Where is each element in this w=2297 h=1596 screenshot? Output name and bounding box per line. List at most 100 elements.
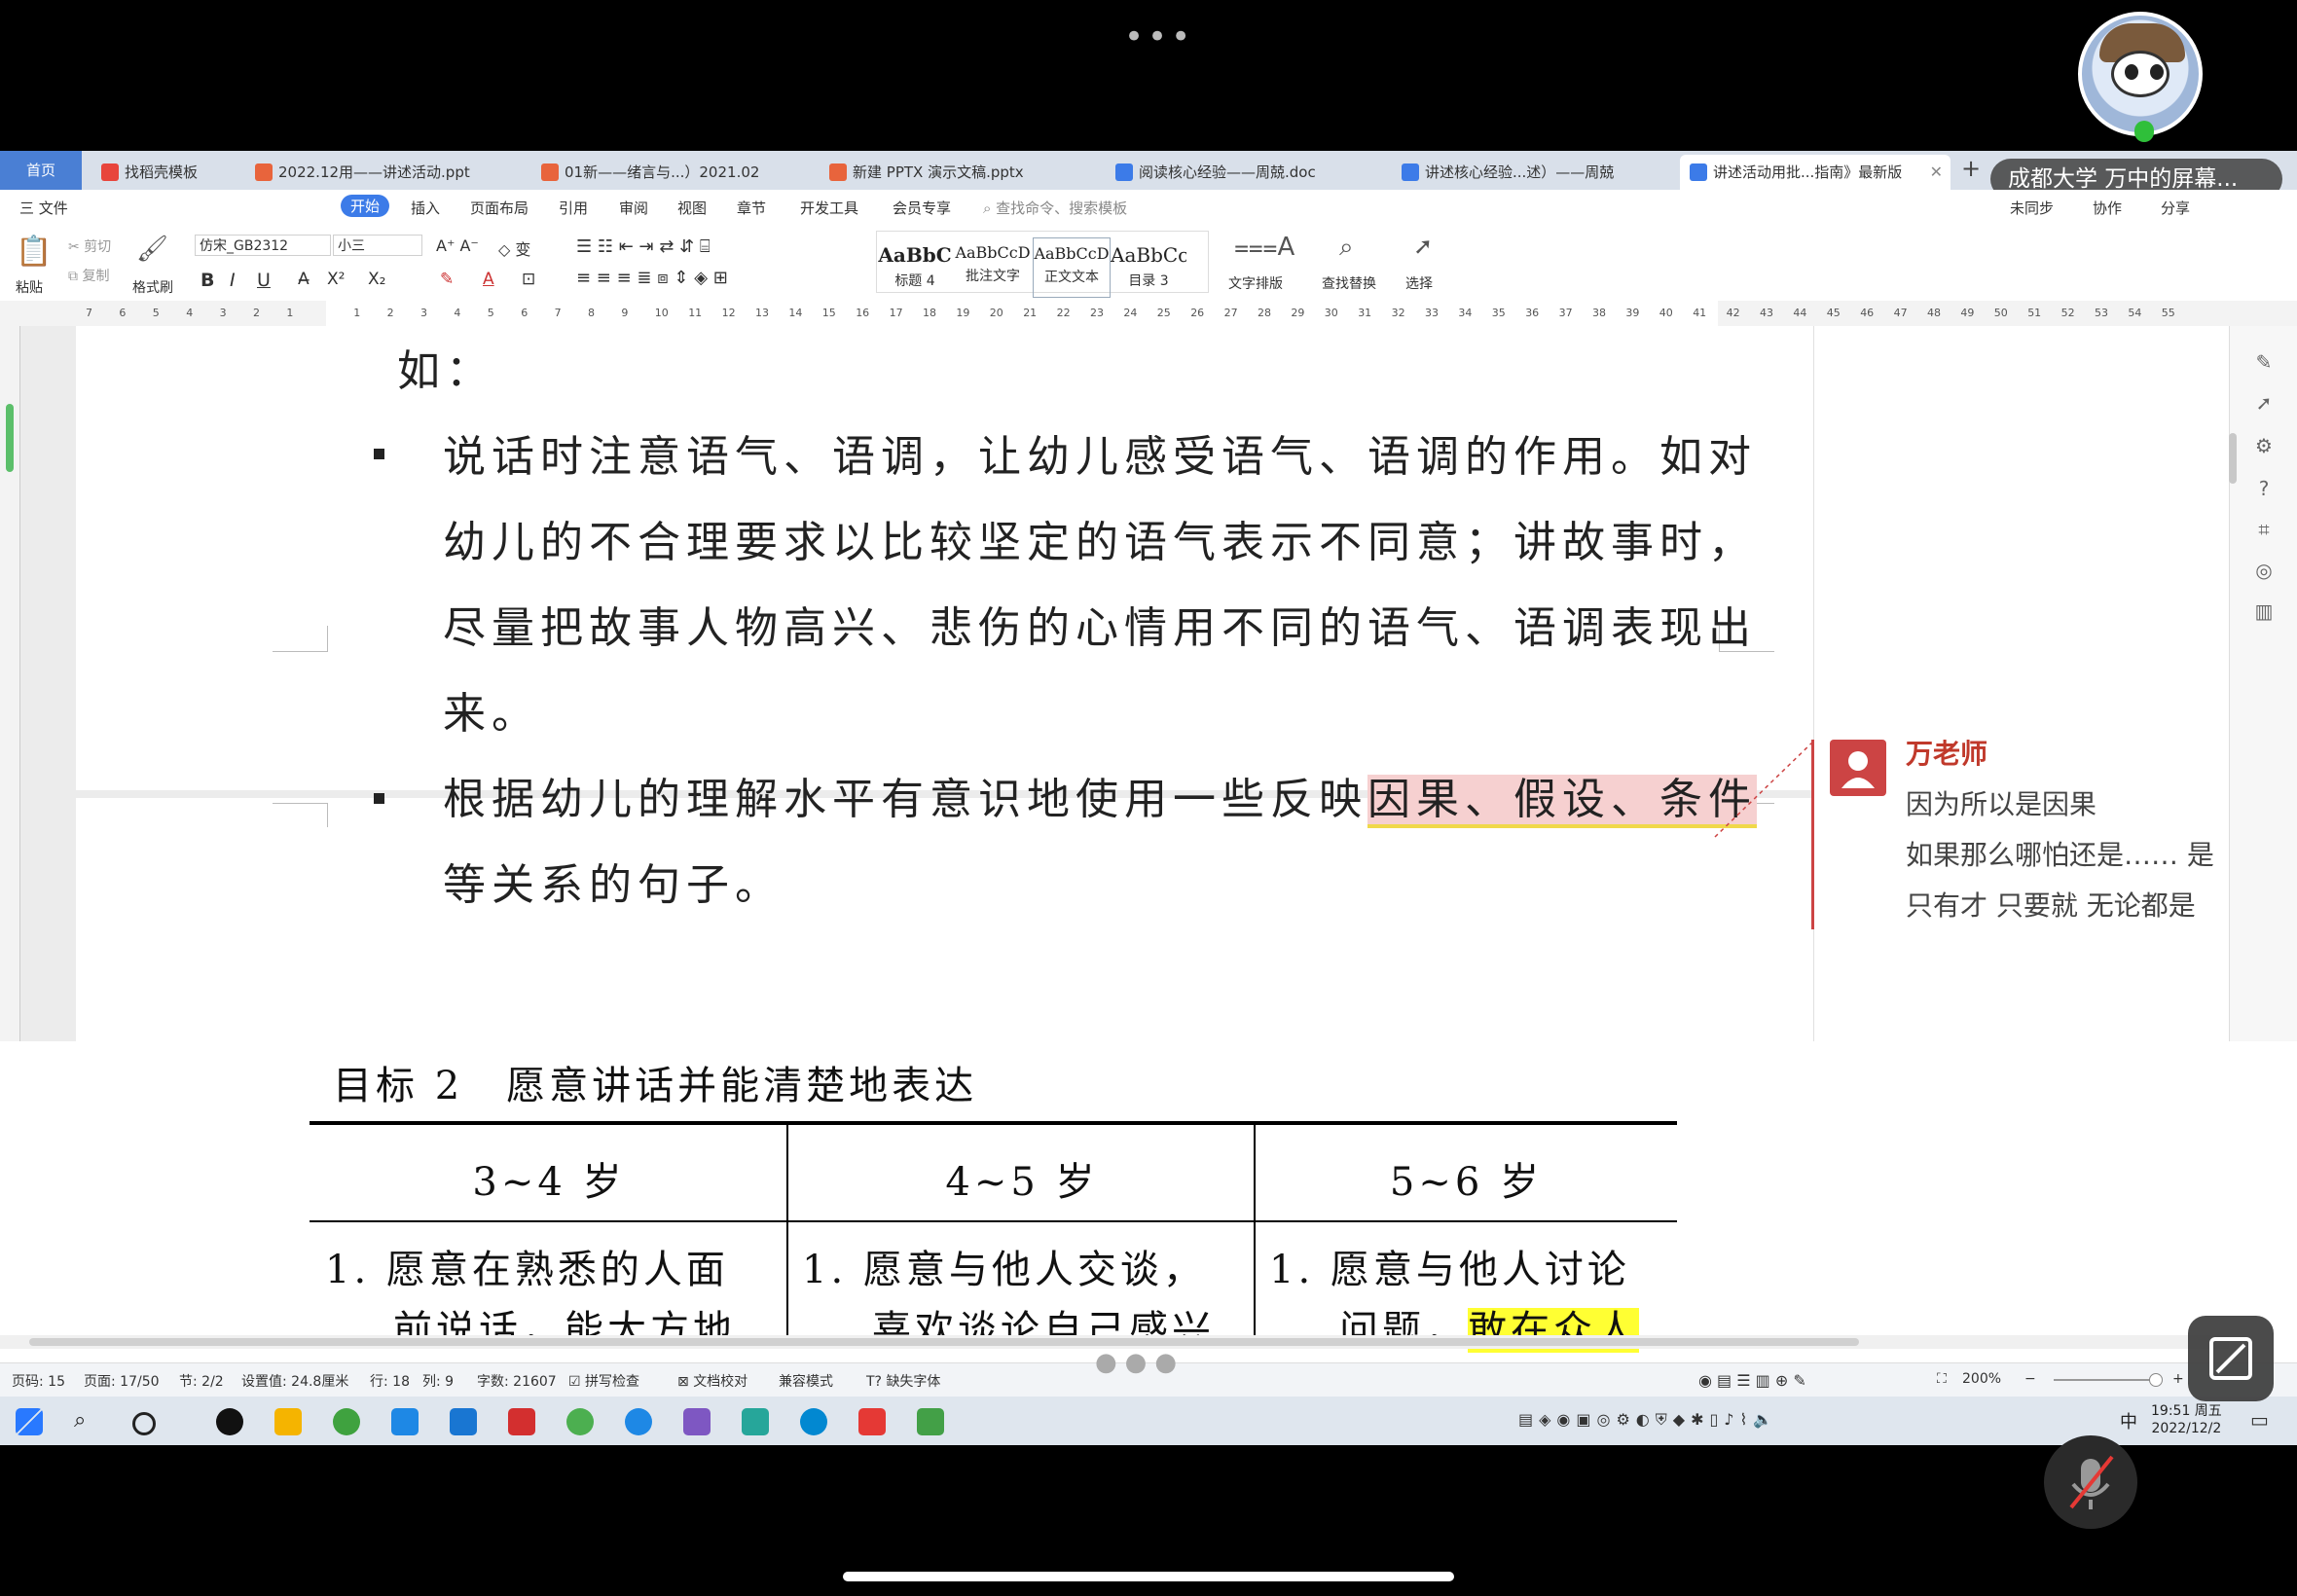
collaborate-button[interactable]: 协作 — [2093, 198, 2122, 218]
menu-view[interactable]: 视图 — [677, 198, 707, 218]
highlight-icon[interactable]: ✎ — [440, 270, 454, 289]
mute-mic-button[interactable] — [2044, 1435, 2137, 1529]
menu-home[interactable]: 开始 — [341, 195, 390, 217]
feishu-icon[interactable] — [625, 1408, 652, 1435]
cortana-icon[interactable] — [132, 1412, 156, 1435]
windows-start-icon[interactable] — [16, 1408, 43, 1435]
status-word-count[interactable]: 字数: 21607 — [477, 1371, 557, 1391]
search-icon[interactable]: ⌕ — [74, 1408, 101, 1435]
superscript-icon[interactable]: X² — [327, 270, 345, 289]
status-page[interactable]: 页面: 17/50 — [84, 1371, 160, 1391]
goals-table[interactable]: 3~4 岁 4~5 岁 5~6 岁 1. 愿意在熟悉的人面 1. 愿意与他人交谈… — [310, 1121, 1677, 1353]
close-tab-icon[interactable]: ✕ — [1930, 155, 1943, 190]
strikethrough-icon[interactable]: A̶ — [298, 270, 310, 289]
app-store-icon[interactable] — [391, 1408, 419, 1435]
style-toc3[interactable]: AaBbCc 目录 3 — [1111, 237, 1186, 296]
underline-icon[interactable]: U — [257, 270, 271, 291]
menu-review[interactable]: 审阅 — [619, 198, 648, 218]
font-name-select[interactable]: 仿宋_GB2312 — [195, 235, 331, 256]
spell-check-toggle[interactable]: ☑ 拼写检查 — [568, 1371, 639, 1391]
align-icons[interactable]: ≡ ≡ ≡ ≣ ⧈ ⇕ ◈ ⊞ — [576, 268, 728, 288]
tab-doc-1[interactable]: 阅读核心经验——周兢.doc — [1106, 155, 1339, 190]
missing-font-button[interactable]: T? 缺失字体 — [866, 1371, 940, 1391]
find-replace-button[interactable]: 查找替换 — [1322, 273, 1376, 293]
xmind-icon[interactable] — [508, 1408, 535, 1435]
zoom-slider[interactable] — [2054, 1373, 2163, 1387]
bold-icon[interactable]: B — [201, 270, 214, 291]
pointer-icon[interactable]: ➚ — [2253, 392, 2275, 414]
text-layout-button[interactable]: 文字排版 — [1228, 273, 1283, 293]
zoom-in-icon[interactable]: + — [2172, 1371, 2184, 1387]
clear-format-icon[interactable]: ◇ 变 — [498, 236, 530, 260]
paste-button[interactable]: 粘贴 — [16, 277, 43, 297]
share-button[interactable]: 分享 — [2161, 198, 2190, 218]
tab-template[interactable]: 找稻壳模板 — [91, 155, 237, 190]
clock[interactable]: 19:51 周五 2022/12/2 — [2151, 1402, 2222, 1437]
paint-icon[interactable] — [683, 1408, 711, 1435]
subscript-icon[interactable]: X₂ — [368, 270, 385, 289]
comment-line[interactable]: 因为所以是因果 — [1906, 783, 2096, 822]
menu-developer[interactable]: 开发工具 — [800, 198, 858, 218]
ime-indicator[interactable]: 中 — [2120, 1408, 2137, 1433]
grow-font-icon[interactable]: A⁺ A⁻ — [436, 236, 479, 255]
vertical-scrollbar[interactable] — [2229, 433, 2237, 484]
view-mode-icons[interactable]: ◉ ▤ ☰ ▥ ⊕ ✎ — [1698, 1371, 1806, 1390]
file-menu[interactable]: 三 文件 — [19, 198, 68, 218]
tab-doc-active[interactable]: 讲述活动用批...指南》最新版 ✕ — [1680, 155, 1951, 190]
browser-360-icon[interactable] — [333, 1408, 360, 1435]
notification-icon[interactable]: ▭ — [2250, 1408, 2269, 1432]
doc-proof-button[interactable]: ⊠ 文档校对 — [677, 1371, 747, 1391]
edge-icon[interactable] — [800, 1408, 827, 1435]
location-icon[interactable]: ◎ — [2253, 560, 2275, 581]
tab-ppt-2[interactable]: 01新——绪言与...）2021.02 — [531, 155, 769, 190]
comment-line[interactable]: 只有才 只要就 无论都是 — [1906, 885, 2196, 924]
italic-icon[interactable]: I — [230, 270, 236, 291]
more-dots-icon[interactable]: ••• — [1124, 18, 1194, 56]
photos-icon[interactable] — [450, 1408, 477, 1435]
settings-slider-icon[interactable]: ⚙ — [2253, 435, 2275, 456]
app-icon[interactable] — [742, 1408, 769, 1435]
menu-page-layout[interactable]: 页面布局 — [470, 198, 529, 218]
font-color-icon[interactable]: A — [483, 270, 494, 289]
document-page[interactable] — [76, 798, 1813, 1041]
tab-ppt-1[interactable]: 2022.12用——讲述活动.ppt — [245, 155, 492, 190]
qq-icon[interactable] — [216, 1408, 243, 1435]
pdf-icon[interactable] — [917, 1408, 944, 1435]
menu-chapter[interactable]: 章节 — [737, 198, 766, 218]
sync-status[interactable]: 未同步 — [2010, 198, 2054, 218]
zoom-out-icon[interactable]: − — [2024, 1371, 2036, 1387]
file-explorer-icon[interactable] — [274, 1408, 302, 1435]
vertical-ruler[interactable] — [0, 326, 20, 1041]
format-painter-button[interactable]: 格式刷 — [132, 277, 173, 297]
comment-line[interactable]: 如果那么哪怕还是…… 是 — [1906, 834, 2214, 873]
copy-button[interactable]: ⧉ 复制 — [68, 266, 109, 285]
menu-references[interactable]: 引用 — [559, 198, 588, 218]
help-icon[interactable]: ? — [2253, 478, 2275, 499]
wps-icon[interactable] — [858, 1408, 886, 1435]
select-cursor-icon[interactable]: ➚ — [1413, 233, 1433, 260]
tab-home[interactable]: 首页 — [0, 151, 82, 190]
paste-icon[interactable]: 📋 — [16, 235, 52, 269]
commented-text[interactable]: 因果、假设、条件 — [1367, 775, 1757, 828]
expand-screen-button[interactable] — [2188, 1316, 2274, 1401]
format-painter-icon[interactable]: 🖌 — [136, 235, 168, 264]
status-page-num[interactable]: 页码: 15 — [12, 1371, 65, 1391]
text-layout-icon[interactable]: ⩶A — [1234, 233, 1294, 263]
fit-icon[interactable]: ⛶ — [1937, 1371, 1947, 1387]
tab-doc-2[interactable]: 讲述核心经验...述）——周兢 — [1392, 155, 1622, 190]
select-button[interactable]: 选择 — [1405, 273, 1433, 293]
edit-pen-icon[interactable]: ✎ — [2253, 351, 2275, 373]
tab-ppt-3[interactable]: 新建 PPTX 演示文稿.pptx — [820, 155, 1053, 190]
cut-button[interactable]: ✂ 剪切 — [68, 236, 111, 256]
bullet-list-icon[interactable]: ☰ ☷ ⇤ ⇥ ⇄ ⇵ ⌸ — [576, 236, 711, 257]
style-body-text[interactable]: AaBbCcD 正文文本 — [1033, 237, 1111, 298]
font-size-select[interactable]: 小三 — [333, 235, 422, 256]
book-icon[interactable]: ▥ — [2253, 600, 2275, 622]
char-border-icon[interactable]: ⊡ — [522, 270, 535, 289]
style-heading4[interactable]: AaBbC 标题 4 — [877, 237, 953, 296]
horizontal-scrollbar[interactable] — [0, 1335, 2229, 1349]
horizontal-ruler[interactable]: 7 6 5 4 3 2 1 1 2 3 4 5 6 7 8 9 10 11 12 13 14 15 16 17 18 19 20 21… — [0, 301, 2297, 327]
new-tab-icon[interactable]: + — [1961, 155, 1981, 182]
zoom-level[interactable]: 200% — [1962, 1371, 2001, 1387]
find-icon[interactable]: ⌕ — [1339, 233, 1354, 263]
